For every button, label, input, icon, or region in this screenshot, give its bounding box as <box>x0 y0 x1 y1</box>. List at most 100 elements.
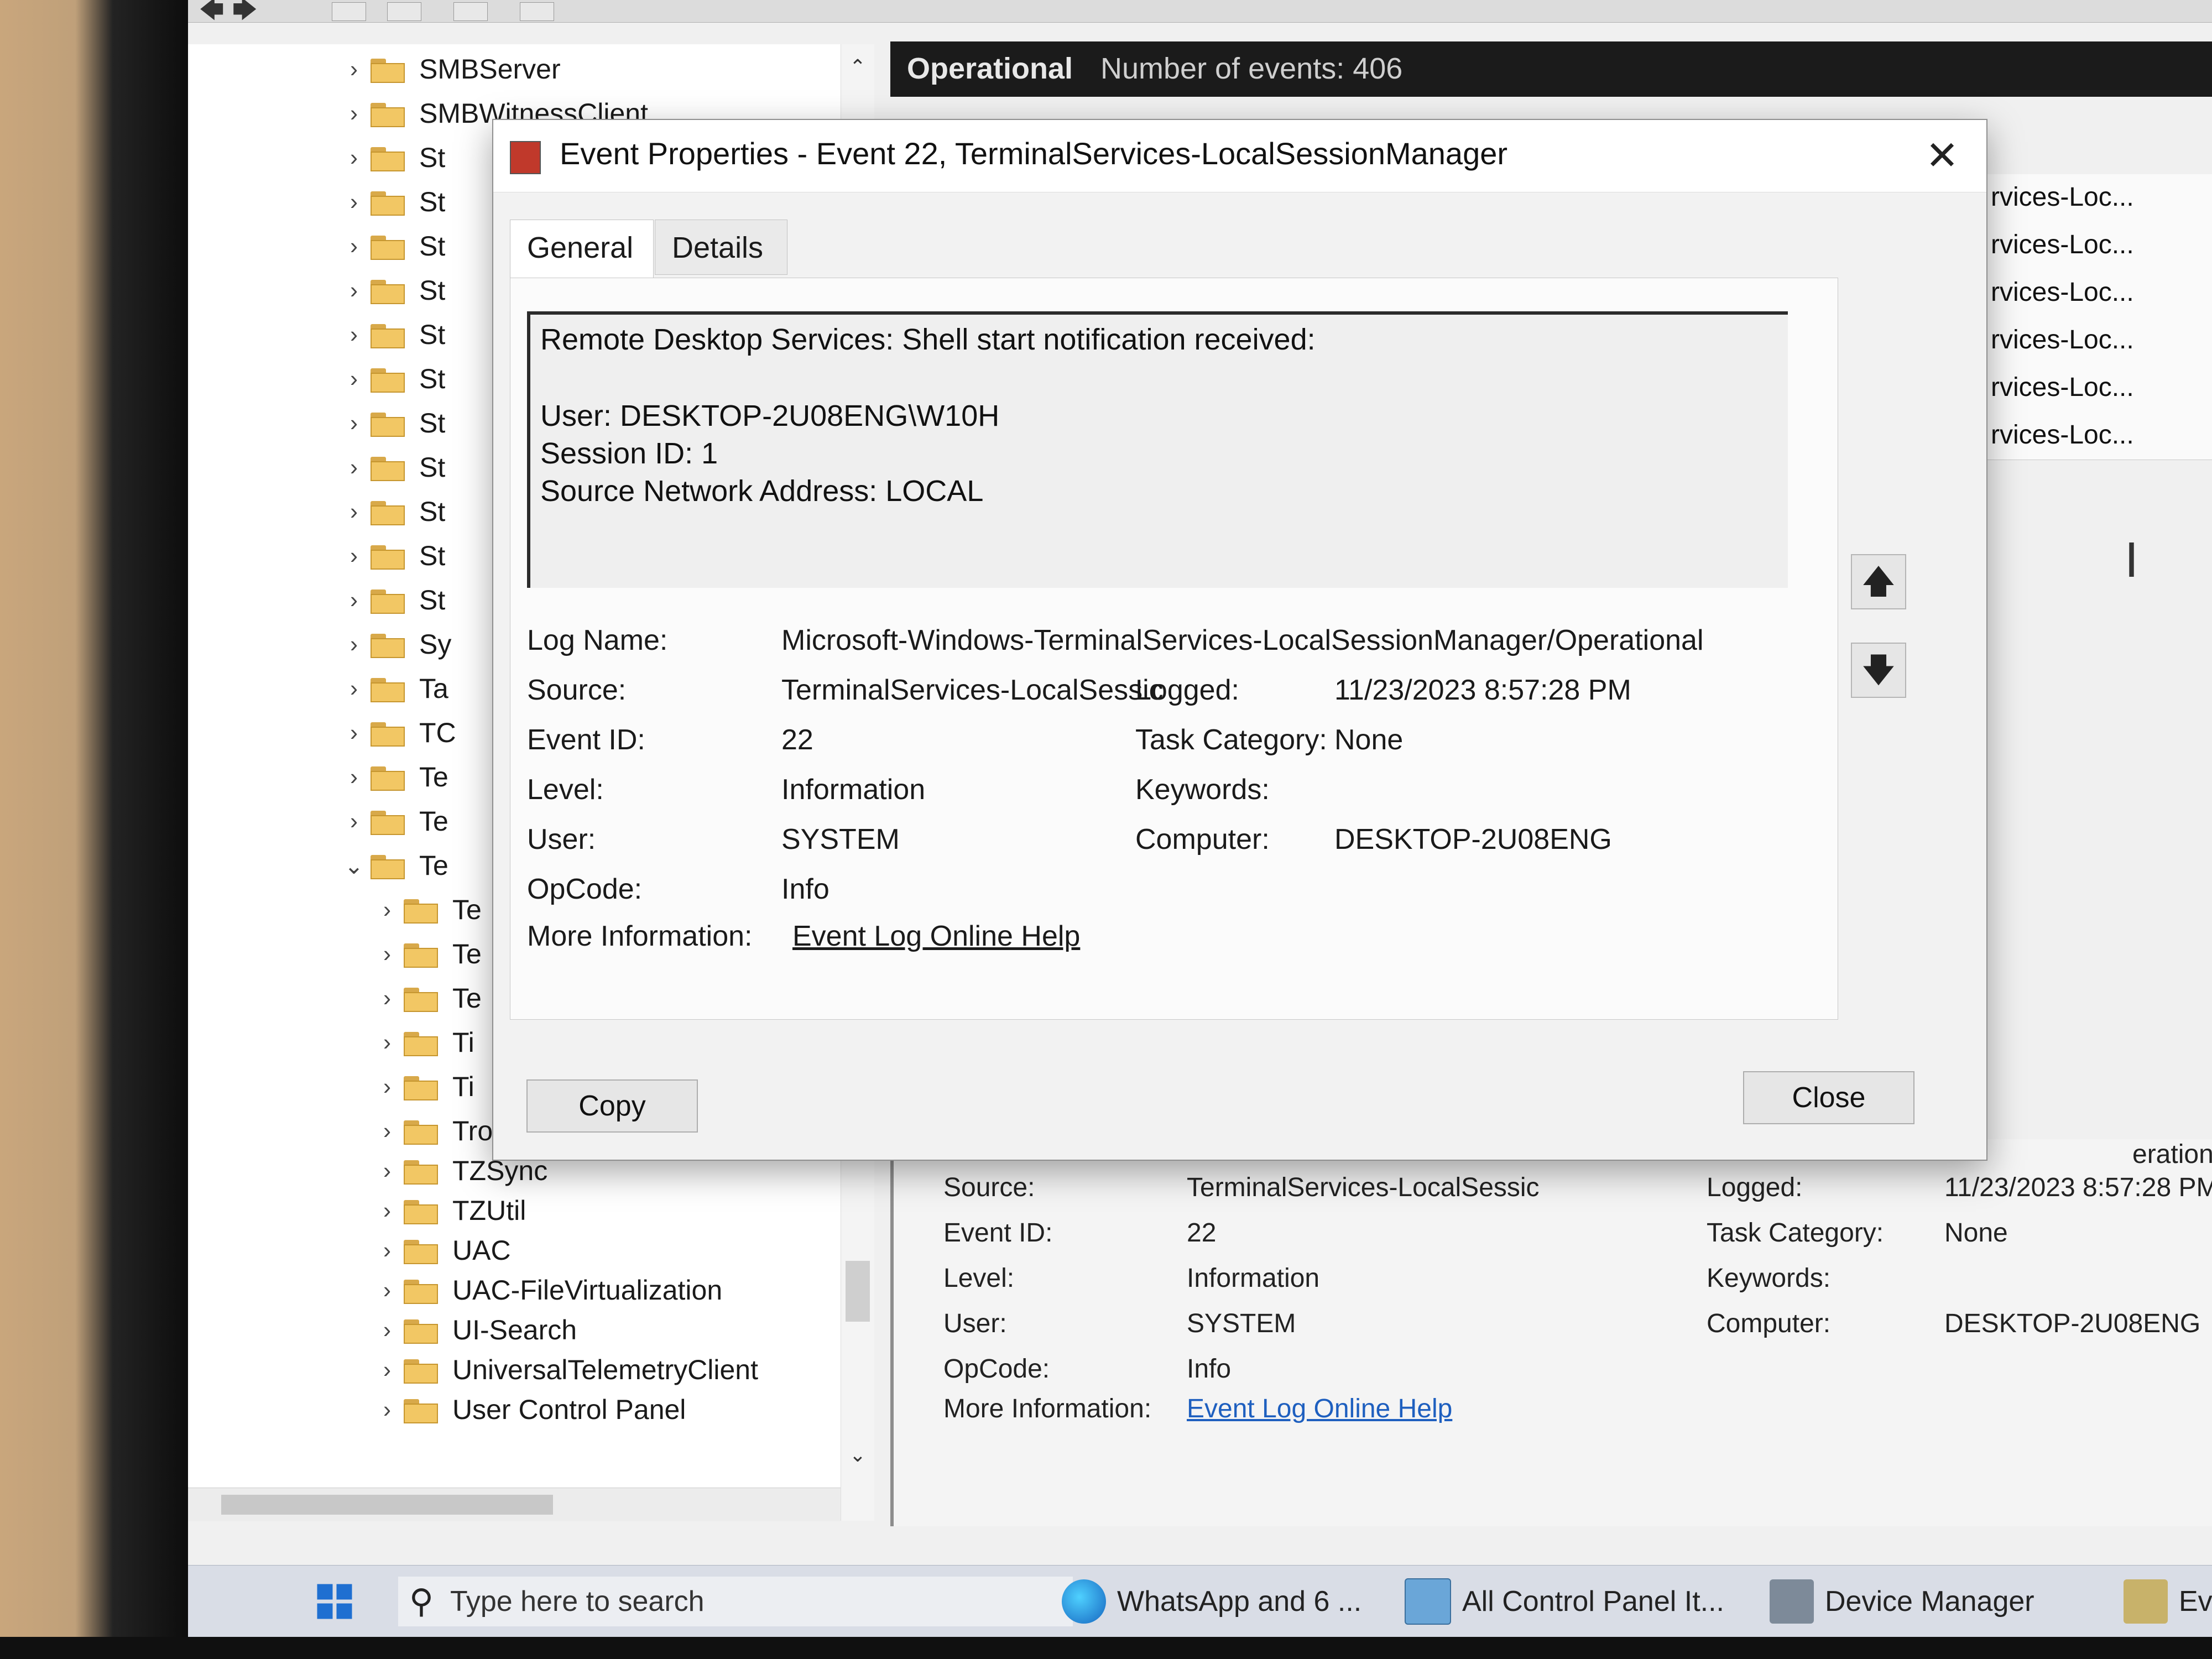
tree-item[interactable]: › St <box>337 271 445 310</box>
chevron-right-icon[interactable]: › <box>337 277 371 304</box>
forward-arrow-icon[interactable]: 🡆 <box>232 0 257 22</box>
tree-item[interactable]: › St <box>337 448 445 487</box>
tree-item[interactable]: › St <box>337 492 445 531</box>
event-list-row[interactable]: rvices-Loc... <box>1980 364 2212 413</box>
tree-item[interactable]: › St <box>337 138 445 177</box>
chevron-right-icon[interactable]: › <box>337 321 371 348</box>
chevron-right-icon[interactable]: › <box>371 1157 404 1184</box>
event-log-help-link[interactable]: Event Log Online Help <box>792 920 1080 953</box>
tree-item[interactable]: › St <box>337 536 445 575</box>
tree-item[interactable]: › St <box>337 227 445 265</box>
tree-item[interactable]: › Te <box>371 935 482 973</box>
tree-item[interactable]: › TC <box>337 713 456 752</box>
taskbar-app-whatsapp[interactable]: WhatsApp and 6 ... <box>1062 1577 1361 1626</box>
chevron-right-icon[interactable]: › <box>337 808 371 834</box>
chevron-right-icon[interactable]: › <box>337 542 371 569</box>
chevron-right-icon[interactable]: › <box>337 631 371 658</box>
tree-item[interactable]: › UI-Search <box>371 1311 577 1349</box>
event-list-row[interactable]: rvices-Loc... <box>1980 317 2212 365</box>
event-list-row[interactable]: rvices-Loc... <box>1980 174 2212 222</box>
toolbar-button[interactable] <box>332 2 366 21</box>
tree-item[interactable]: ⌄ Te <box>337 846 448 885</box>
chevron-down-icon[interactable]: ⌄ <box>337 852 371 879</box>
chevron-right-icon[interactable]: › <box>371 1073 404 1100</box>
tab-details[interactable]: Details <box>655 220 787 275</box>
chevron-right-icon[interactable]: › <box>371 941 404 967</box>
chevron-right-icon[interactable]: › <box>337 587 371 613</box>
chevron-right-icon[interactable]: › <box>337 454 371 481</box>
chevron-right-icon[interactable]: › <box>371 1317 404 1343</box>
taskbar-app-control-panel[interactable]: All Control Panel It... <box>1405 1577 1724 1626</box>
user-value: SYSTEM <box>781 823 900 855</box>
tree-item[interactable]: › User Control Panel <box>371 1390 686 1429</box>
chevron-right-icon[interactable]: › <box>371 1029 404 1056</box>
chevron-right-icon[interactable]: › <box>371 985 404 1011</box>
chevron-right-icon[interactable]: › <box>371 1237 404 1264</box>
tree-item[interactable]: › Ta <box>337 669 448 708</box>
search-box[interactable]: ⚲ Type here to search <box>398 1577 1073 1626</box>
event-list-row[interactable]: rvices-Loc... <box>1980 269 2212 317</box>
taskbar-app-device-manager[interactable]: Device Manager <box>1770 1577 2034 1626</box>
toolbar-button[interactable] <box>387 2 421 21</box>
tree-item[interactable]: › Te <box>371 979 482 1018</box>
tree-item[interactable]: › UAC <box>371 1231 511 1270</box>
up-arrow-icon[interactable]: 🡅 <box>1851 554 1906 609</box>
tree-item[interactable]: › St <box>337 182 445 221</box>
tree-item[interactable]: › Te <box>371 890 482 929</box>
tree-item[interactable]: › St <box>337 315 445 354</box>
tree-item[interactable]: › St <box>337 359 445 398</box>
event-log-help-link[interactable]: Event Log Online Help <box>1187 1394 1452 1424</box>
tree-item[interactable]: › St <box>337 404 445 442</box>
chevron-right-icon[interactable]: › <box>337 233 371 259</box>
scroll-down-icon[interactable]: ⌄ <box>846 1443 870 1466</box>
close-icon[interactable]: ✕ <box>1909 126 1975 186</box>
windows-start-icon[interactable] <box>315 1577 354 1626</box>
close-button[interactable]: Close <box>1743 1071 1914 1124</box>
folder-icon <box>404 1356 438 1384</box>
chevron-right-icon[interactable]: › <box>337 100 371 127</box>
scroll-up-icon[interactable]: ⌃ <box>846 55 870 78</box>
tree-item[interactable]: › St <box>337 581 445 619</box>
chevron-right-icon[interactable]: › <box>371 1197 404 1224</box>
chevron-right-icon[interactable]: › <box>371 1118 404 1144</box>
toolbar-button[interactable] <box>520 2 554 21</box>
tab-general[interactable]: General <box>510 220 654 280</box>
event-list-row[interactable]: rvices-Loc... <box>1980 222 2212 270</box>
chevron-right-icon[interactable]: › <box>371 1396 404 1423</box>
chevron-right-icon[interactable]: › <box>337 144 371 171</box>
tree-item[interactable]: › UniversalTelemetryClient <box>371 1350 758 1389</box>
down-arrow-icon[interactable]: 🡇 <box>1851 643 1906 698</box>
taskbar-app-event-viewer[interactable]: Eve <box>2124 1577 2212 1626</box>
chevron-right-icon[interactable]: › <box>337 719 371 746</box>
chevron-right-icon[interactable]: › <box>337 366 371 392</box>
dialog-title-bar[interactable]: Event Properties - Event 22, TerminalSer… <box>493 120 1986 192</box>
chevron-right-icon[interactable]: › <box>337 189 371 215</box>
tree-item-label: Te <box>419 761 448 792</box>
tree-horizontal-scrollbar[interactable] <box>188 1488 841 1521</box>
back-arrow-icon[interactable]: 🡄 <box>199 0 224 22</box>
tree-item[interactable]: › UAC-FileVirtualization <box>371 1271 722 1310</box>
tree-item[interactable]: › Sy <box>337 625 451 664</box>
scroll-thumb[interactable] <box>221 1495 553 1515</box>
chevron-right-icon[interactable]: › <box>371 1277 404 1303</box>
tree-item[interactable]: › TZUtil <box>371 1191 526 1230</box>
chevron-right-icon[interactable]: › <box>337 498 371 525</box>
tree-item[interactable]: › Te <box>337 758 448 796</box>
chevron-right-icon[interactable]: › <box>337 410 371 436</box>
chevron-right-icon[interactable]: › <box>337 675 371 702</box>
detail-label: Level: <box>943 1264 1015 1293</box>
tree-item[interactable]: › Ti <box>371 1067 474 1106</box>
tree-item[interactable]: › Te <box>337 802 448 841</box>
chevron-right-icon[interactable]: › <box>371 896 404 923</box>
chevron-right-icon[interactable]: › <box>337 56 371 82</box>
chevron-right-icon[interactable]: › <box>371 1357 404 1383</box>
tree-item[interactable]: › SMBServer <box>337 50 561 88</box>
event-list-row[interactable]: rvices-Loc... <box>1980 412 2212 460</box>
scroll-thumb[interactable] <box>846 1261 870 1322</box>
tree-item[interactable]: › Ti <box>371 1023 474 1062</box>
log-name-heading: Operational <box>907 52 1073 85</box>
event-description[interactable]: Remote Desktop Services: Shell start not… <box>527 311 1788 588</box>
toolbar-button[interactable] <box>453 2 488 21</box>
copy-button[interactable]: Copy <box>526 1079 698 1133</box>
chevron-right-icon[interactable]: › <box>337 764 371 790</box>
